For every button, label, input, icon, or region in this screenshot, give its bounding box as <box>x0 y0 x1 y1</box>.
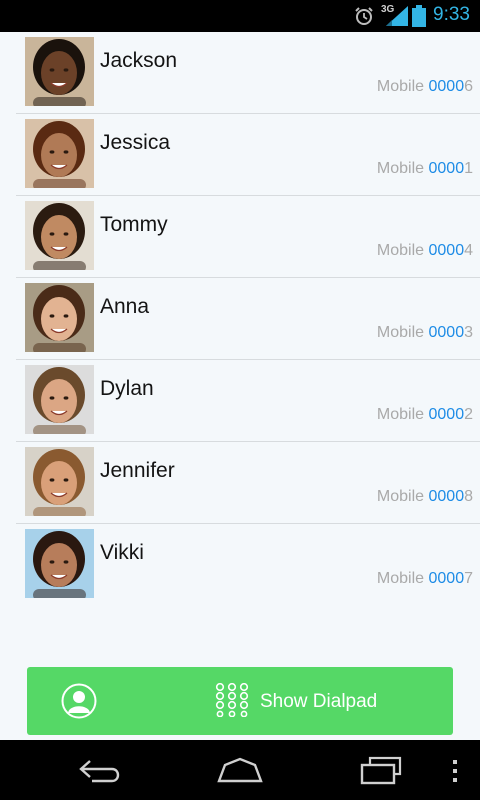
contact-list: Jackson Mobile 00006 Jessica Mobile 0000… <box>0 32 480 606</box>
number-digits: 0000 <box>428 406 465 423</box>
number-type-label: Mobile <box>376 406 425 423</box>
number-digits: 0000 <box>428 570 465 587</box>
overflow-menu-icon[interactable] <box>450 759 460 783</box>
contact-number: Mobile 00002 <box>377 406 473 424</box>
dialpad-grid-icon <box>215 683 249 717</box>
contact-row[interactable]: Anna Mobile 00003 <box>16 278 480 360</box>
contact-avatar <box>25 529 94 598</box>
show-dialpad-label: Show Dialpad <box>260 691 378 712</box>
contact-photo <box>25 283 94 352</box>
contact-number: Mobile 00004 <box>377 242 473 260</box>
contact-avatar <box>25 201 94 270</box>
contact-name: Tommy <box>100 213 168 236</box>
number-last-digit: 8 <box>464 488 473 505</box>
number-type-label: Mobile <box>376 160 425 177</box>
number-digits: 0000 <box>428 324 465 341</box>
number-digits: 0000 <box>428 160 465 177</box>
number-type-label: Mobile <box>376 488 425 505</box>
number-last-digit: 7 <box>464 570 473 587</box>
alarm-icon <box>355 7 373 25</box>
system-nav-bar <box>0 740 480 800</box>
number-last-digit: 3 <box>464 324 473 341</box>
contact-name: Jackson <box>100 49 178 72</box>
status-clock: 9:33 <box>433 4 470 25</box>
contact-row[interactable]: Jennifer Mobile 00008 <box>16 442 480 524</box>
dialpad-action-bar: Show Dialpad <box>27 667 453 735</box>
contact-photo <box>25 529 94 598</box>
contact-person-icon[interactable] <box>61 683 97 719</box>
contact-row[interactable]: Dylan Mobile 00002 <box>16 360 480 442</box>
number-digits: 0000 <box>428 488 465 505</box>
recent-apps-icon[interactable] <box>358 756 404 786</box>
contact-avatar <box>25 447 94 516</box>
contact-avatar <box>25 283 94 352</box>
contact-photo <box>25 447 94 516</box>
number-last-digit: 2 <box>464 406 473 423</box>
contact-photo <box>25 37 94 106</box>
number-type-label: Mobile <box>376 78 425 95</box>
number-last-digit: 1 <box>464 160 473 177</box>
number-type-label: Mobile <box>376 242 425 259</box>
contact-avatar <box>25 37 94 106</box>
contact-name: Dylan <box>100 377 154 400</box>
battery-icon <box>412 5 426 27</box>
contact-name: Vikki <box>100 541 144 564</box>
contact-avatar <box>25 119 94 188</box>
number-last-digit: 4 <box>464 242 473 259</box>
contact-number: Mobile 00001 <box>377 160 473 178</box>
number-type-label: Mobile <box>376 570 425 587</box>
contact-number: Mobile 00007 <box>377 570 473 588</box>
number-digits: 0000 <box>428 242 465 259</box>
number-type-label: Mobile <box>376 324 425 341</box>
contact-row[interactable]: Tommy Mobile 00004 <box>16 196 480 278</box>
number-digits: 0000 <box>428 78 465 95</box>
contact-name: Jessica <box>100 131 171 154</box>
contact-number: Mobile 00008 <box>377 488 473 506</box>
contacts-screen: 3G 9:33 Jackson Mobile 00006 Jessica Mob… <box>0 0 480 800</box>
contact-name: Anna <box>100 295 150 318</box>
back-icon[interactable] <box>78 758 124 784</box>
contact-photo <box>25 201 94 270</box>
status-bar: 3G 9:33 <box>0 0 480 32</box>
contact-avatar <box>25 365 94 434</box>
contact-photo <box>25 365 94 434</box>
contact-number: Mobile 00006 <box>377 78 473 96</box>
number-last-digit: 6 <box>464 78 473 95</box>
contact-number: Mobile 00003 <box>377 324 473 342</box>
contact-row[interactable]: Vikki Mobile 00007 <box>16 524 480 606</box>
contact-row[interactable]: Jessica Mobile 00001 <box>16 114 480 196</box>
signal-strength-icon <box>386 6 408 26</box>
contact-name: Jennifer <box>100 459 175 482</box>
contact-photo <box>25 119 94 188</box>
contact-row[interactable]: Jackson Mobile 00006 <box>16 32 480 114</box>
show-dialpad-button[interactable]: Show Dialpad <box>213 677 433 725</box>
home-icon[interactable] <box>215 757 265 783</box>
